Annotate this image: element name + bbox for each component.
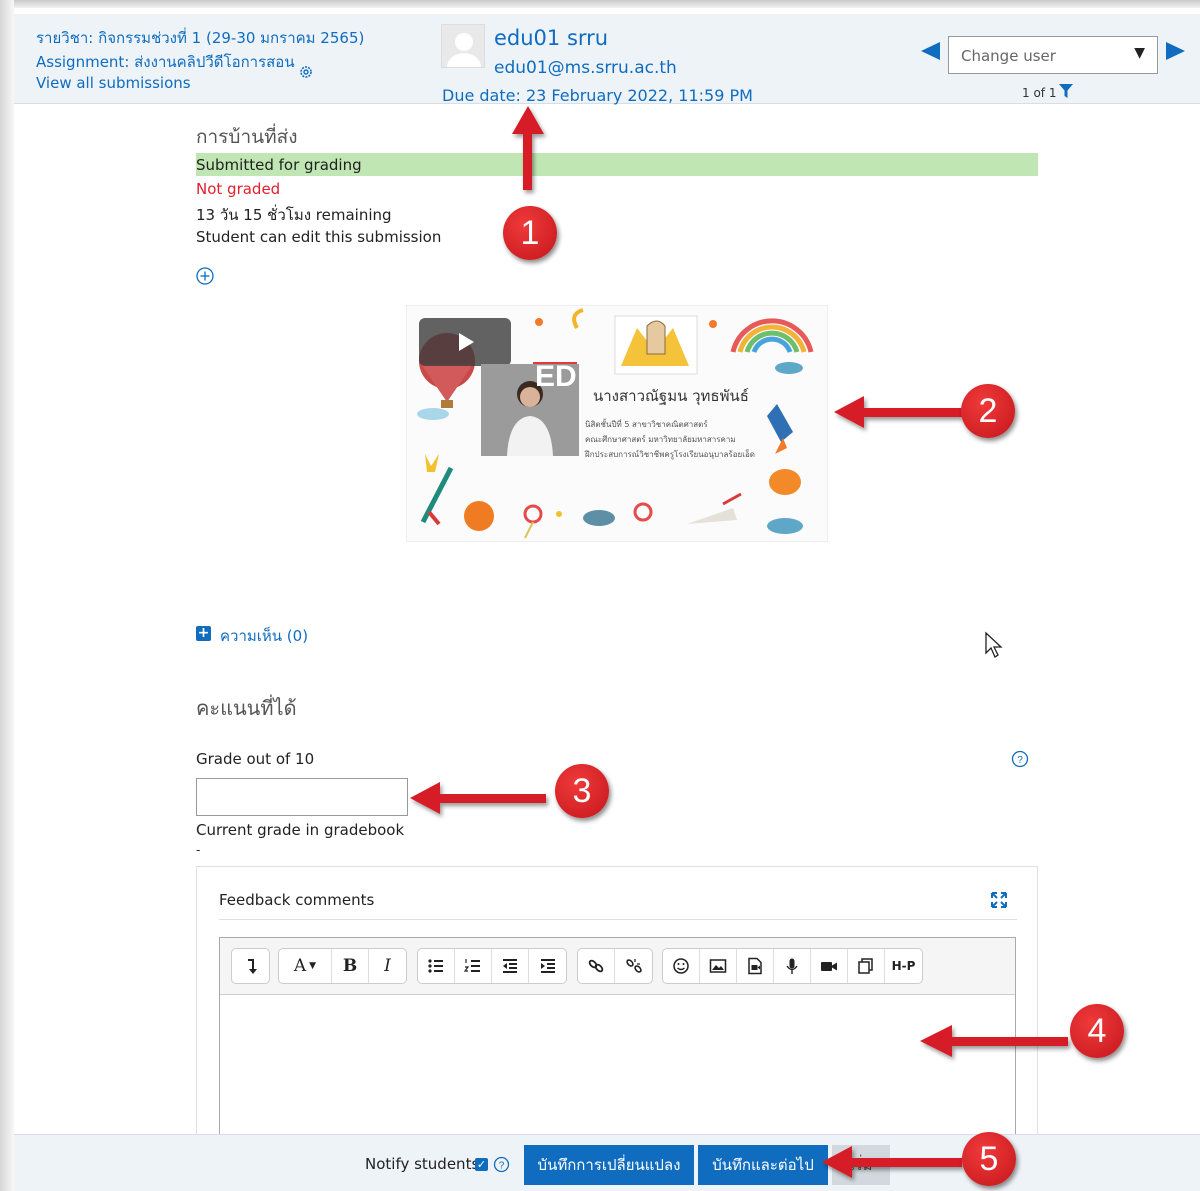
video-camera-icon[interactable] <box>811 949 848 983</box>
h5p-button[interactable]: H-P <box>885 949 922 983</box>
video-play-button[interactable] <box>419 318 511 366</box>
grading-status: Not graded <box>196 180 281 198</box>
left-shadow <box>0 0 14 1191</box>
editor-toolbar: A ▼ B I H-P <box>220 938 1015 995</box>
assignment-link[interactable]: Assignment: ส่งงานคลิปวีดีโอการสอน <box>36 50 295 74</box>
help-icon[interactable]: ? <box>493 1156 510 1173</box>
image-icon[interactable] <box>700 949 737 983</box>
help-icon[interactable]: ? <box>1011 750 1029 768</box>
time-remaining: 13 วัน 15 ชั่วโมง remaining <box>196 206 392 224</box>
annotation-callout: 1 <box>503 206 557 260</box>
notify-students-checkbox[interactable]: ✓ <box>475 1158 488 1171</box>
indent-icon[interactable] <box>529 949 566 983</box>
feedback-divider <box>219 919 1017 920</box>
font-style-label: A <box>293 956 307 976</box>
save-changes-button[interactable]: บันทึกการเปลี่ยนแปลง <box>524 1145 694 1185</box>
reset-button[interactable]: เริ่ม <box>832 1145 890 1185</box>
edit-note: Student can edit this submission <box>196 228 442 246</box>
notify-students-label: Notify students <box>365 1155 480 1173</box>
previous-user-icon[interactable] <box>918 40 942 62</box>
annotation-callout: 2 <box>961 384 1015 438</box>
grade-section-title: คะแนนที่ได้ <box>196 696 297 720</box>
italic-label: I <box>384 956 391 976</box>
annotation-callout: 5 <box>962 1132 1016 1186</box>
change-user-value: Change user <box>961 47 1056 65</box>
emoji-icon[interactable] <box>663 949 700 983</box>
annotation-arrow <box>512 106 544 134</box>
grader-header: รายวิชา: กิจกรรมช่วงที่ 1 (29-30 มกราคม … <box>14 14 1200 105</box>
top-shadow <box>0 0 1200 8</box>
outdent-icon[interactable] <box>492 949 529 983</box>
next-user-icon[interactable] <box>1164 40 1188 62</box>
font-style-button[interactable]: A ▼ <box>279 949 332 983</box>
bullet-list-icon[interactable] <box>418 949 455 983</box>
numbered-list-icon[interactable] <box>455 949 492 983</box>
submission-status: Submitted for grading <box>196 156 362 174</box>
mouse-cursor-icon <box>985 631 1003 658</box>
due-date: Due date: 23 February 2022, 11:59 PM <box>442 86 753 105</box>
video-caption-line: คณะศึกษาศาสตร์ มหาวิทยาลัยมหาสารคาม <box>585 435 736 444</box>
bold-button[interactable]: B <box>332 949 369 983</box>
chevron-down-icon: ▼ <box>309 961 317 971</box>
unlink-icon[interactable] <box>615 949 652 983</box>
feedback-editor[interactable]: A ▼ B I H-P <box>219 937 1016 1157</box>
annotation-callout: 3 <box>555 764 609 818</box>
toolbar-toggle-icon[interactable] <box>232 949 269 983</box>
svg-text:?: ? <box>499 1161 505 1172</box>
italic-button[interactable]: I <box>369 949 406 983</box>
gear-icon[interactable] <box>298 64 314 80</box>
expand-plus-icon[interactable] <box>196 267 214 285</box>
video-thumbnail[interactable]: นางสาวณัฐมน วุทธพันธ์ นิสิตชั้นปีที่ 5 ส… <box>406 305 828 542</box>
h5p-label: H-P <box>891 959 916 973</box>
save-and-next-button[interactable]: บันทึกและต่อไป <box>698 1145 828 1185</box>
user-name-link[interactable]: edu01 srru <box>494 26 608 50</box>
toolbar-group-media: H-P <box>662 948 923 984</box>
toolbar-group-lists <box>417 948 567 984</box>
video-caption-line: ฝึกประสบการณ์วิชาชีพครูโรงเรียนอนุบาลร้อ… <box>585 450 755 459</box>
feedback-panel: Feedback comments A ▼ B I H-P <box>196 866 1038 1157</box>
bold-label: B <box>342 956 358 976</box>
comments-toggle[interactable]: + ความเห็น (0) <box>196 624 316 645</box>
annotation-arrow <box>438 794 546 803</box>
copy-icon[interactable] <box>848 949 885 983</box>
user-email: edu01@ms.srru.ac.th <box>494 58 677 78</box>
chevron-down-icon: ▼ <box>1134 45 1145 61</box>
media-icon[interactable] <box>737 949 774 983</box>
play-icon <box>459 333 474 351</box>
grader-footer: Notify students ✓ ? บันทึกการเปลี่ยนแปลง… <box>14 1134 1200 1191</box>
microphone-icon[interactable] <box>774 949 811 983</box>
video-caption-line: นิสิตชั้นปีที่ 5 สาขาวิชาคณิตศาสตร์ <box>585 420 708 429</box>
toolbar-group-style: A ▼ B I <box>278 948 407 984</box>
current-grade-label: Current grade in gradebook <box>196 821 405 839</box>
submission-section-title: การบ้านที่ส่ง <box>196 126 298 148</box>
course-link[interactable]: รายวิชา: กิจกรรมช่วงที่ 1 (29-30 มกราคม … <box>36 26 364 50</box>
annotation-arrow <box>862 408 962 417</box>
user-avatar[interactable] <box>441 24 485 68</box>
view-all-submissions-link[interactable]: View all submissions <box>36 74 191 92</box>
toolbar-group-links <box>577 948 653 984</box>
page-count: 1 of 1 <box>1022 86 1057 100</box>
annotation-arrow <box>410 782 440 814</box>
video-title: นางสาวณัฐมน วุทธพันธ์ <box>593 387 749 405</box>
annotation-arrow <box>834 396 864 428</box>
grade-input[interactable] <box>196 778 408 816</box>
fullscreen-icon[interactable] <box>990 891 1008 909</box>
annotation-callout: 4 <box>1070 1004 1124 1058</box>
comments-label: ความเห็น (0) <box>220 627 309 645</box>
grade-label: Grade out of 10 <box>196 750 315 768</box>
svg-text:?: ? <box>1017 755 1023 766</box>
change-user-select[interactable]: Change user ▼ <box>948 36 1158 74</box>
plus-square-icon: + <box>196 625 211 641</box>
toolbar-group-toggle <box>231 948 270 984</box>
filter-icon[interactable] <box>1059 84 1073 98</box>
current-grade-value: - <box>196 843 201 857</box>
video-logo-letters: ED <box>535 360 577 393</box>
link-icon[interactable] <box>578 949 615 983</box>
feedback-title: Feedback comments <box>219 891 375 909</box>
avatar-silhouette-icon <box>447 33 481 67</box>
